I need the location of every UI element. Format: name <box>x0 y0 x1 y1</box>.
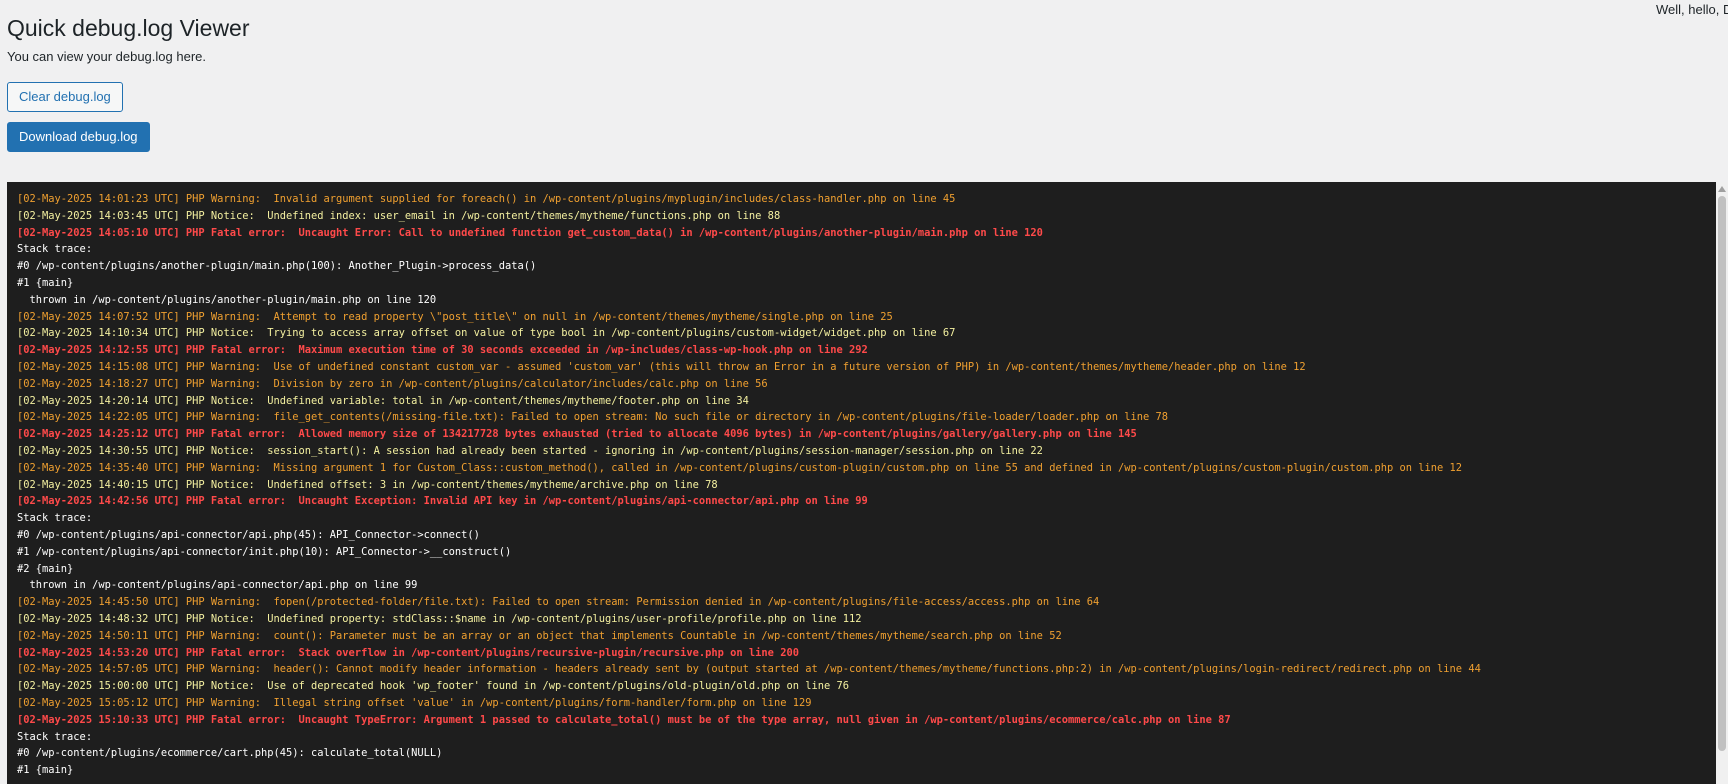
log-line-plain: thrown in /wp-content/plugins/api-connec… <box>17 579 418 592</box>
log-line-warning: [02-May-2025 14:15:08 UTC] PHP Warning: … <box>17 360 1306 373</box>
log-line-fatal: [02-May-2025 15:10:33 UTC] PHP Fatal err… <box>17 713 1231 726</box>
log-line-plain: #0 /wp-content/plugins/another-plugin/ma… <box>17 260 537 273</box>
log-scrollbar[interactable] <box>1716 182 1728 784</box>
log-line-notice: [02-May-2025 14:30:55 UTC] PHP Notice: s… <box>17 444 1043 457</box>
log-line-notice: [02-May-2025 14:03:45 UTC] PHP Notice: U… <box>17 209 781 222</box>
log-line-plain: Stack trace: <box>17 243 93 256</box>
scroll-up-arrow-icon[interactable] <box>1718 186 1726 192</box>
log-line-plain: #2 {main} <box>17 562 74 575</box>
log-line-plain: thrown in /wp-content/plugins/another-pl… <box>17 293 437 306</box>
log-line-plain: Stack trace: <box>17 512 93 525</box>
log-line-warning: [02-May-2025 14:35:40 UTC] PHP Warning: … <box>17 461 1463 474</box>
log-line-notice: [02-May-2025 14:48:32 UTC] PHP Notice: U… <box>17 612 862 625</box>
log-line-warning: [02-May-2025 14:57:05 UTC] PHP Warning: … <box>17 663 1481 676</box>
log-line-notice: [02-May-2025 14:20:14 UTC] PHP Notice: U… <box>17 394 749 407</box>
log-line-warning: [02-May-2025 14:50:11 UTC] PHP Warning: … <box>17 629 1062 642</box>
log-line-fatal: [02-May-2025 14:42:56 UTC] PHP Fatal err… <box>17 495 868 508</box>
user-greeting[interactable]: Well, hello, Do <box>1656 2 1728 17</box>
log-line-plain: Stack trace: <box>17 730 93 743</box>
log-line-warning: [02-May-2025 15:05:12 UTC] PHP Warning: … <box>17 696 812 709</box>
log-line-notice: [02-May-2025 14:40:15 UTC] PHP Notice: U… <box>17 478 718 491</box>
page-subtitle: You can view your debug.log here. <box>7 49 206 64</box>
log-line-warning: [02-May-2025 14:07:52 UTC] PHP Warning: … <box>17 310 893 323</box>
scroll-thumb[interactable] <box>1718 196 1726 751</box>
log-line-warning: [02-May-2025 14:45:50 UTC] PHP Warning: … <box>17 596 1100 609</box>
log-line-warning: [02-May-2025 14:18:27 UTC] PHP Warning: … <box>17 377 768 390</box>
log-line-notice: [02-May-2025 14:10:34 UTC] PHP Notice: T… <box>17 327 956 340</box>
debug-log-content: [02-May-2025 14:01:23 UTC] PHP Warning: … <box>17 191 1714 779</box>
page-title: Quick debug.log Viewer <box>7 15 250 41</box>
log-line-plain: #1 /wp-content/plugins/api-connector/ini… <box>17 545 512 558</box>
log-line-plain: #0 /wp-content/plugins/api-connector/api… <box>17 528 480 541</box>
log-line-fatal: [02-May-2025 14:05:10 UTC] PHP Fatal err… <box>17 226 1043 239</box>
download-debug-log-button[interactable]: Download debug.log <box>7 122 150 152</box>
log-line-fatal: [02-May-2025 14:12:55 UTC] PHP Fatal err… <box>17 344 868 357</box>
clear-debug-log-button[interactable]: Clear debug.log <box>7 82 123 112</box>
log-line-plain: #0 /wp-content/plugins/ecommerce/cart.ph… <box>17 747 443 760</box>
log-line-warning: [02-May-2025 14:01:23 UTC] PHP Warning: … <box>17 193 956 205</box>
log-line-fatal: [02-May-2025 14:53:20 UTC] PHP Fatal err… <box>17 646 799 659</box>
log-line-plain: #1 {main} <box>17 276 74 289</box>
log-line-notice: [02-May-2025 15:00:00 UTC] PHP Notice: U… <box>17 680 850 693</box>
debug-log-viewer[interactable]: [02-May-2025 14:01:23 UTC] PHP Warning: … <box>7 182 1728 784</box>
log-line-plain: #1 {main} <box>17 764 74 777</box>
log-line-warning: [02-May-2025 14:22:05 UTC] PHP Warning: … <box>17 411 1169 424</box>
log-line-fatal: [02-May-2025 14:25:12 UTC] PHP Fatal err… <box>17 428 1137 441</box>
